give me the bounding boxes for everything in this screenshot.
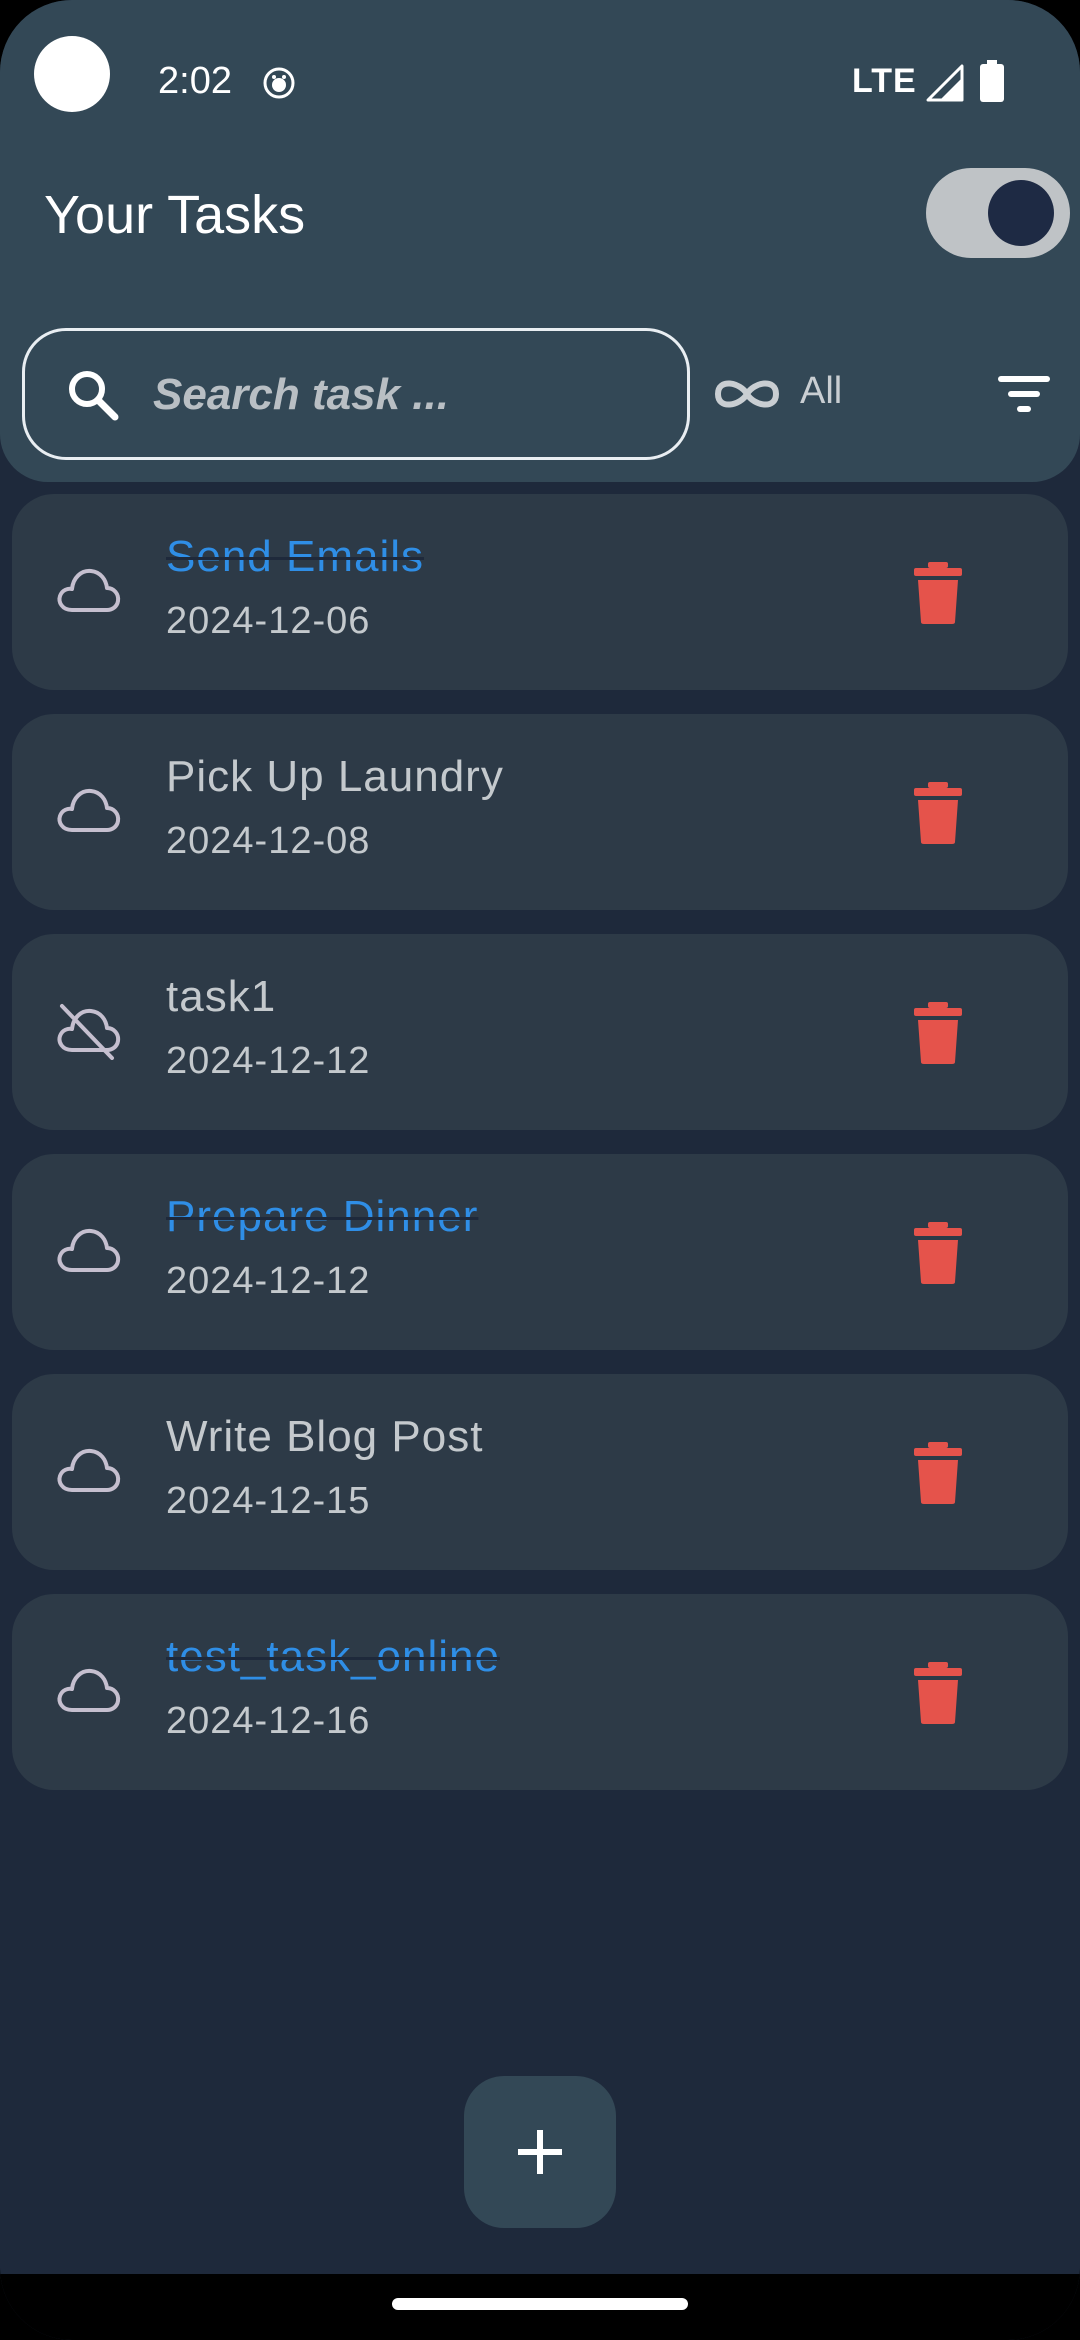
cloud-icon <box>57 1668 121 1712</box>
task-title: Write Blog Post <box>166 1412 484 1461</box>
cloud-icon <box>57 1228 121 1272</box>
cloud-icon <box>57 788 121 832</box>
infinity-icon <box>714 380 780 408</box>
status-bar: 2:02 LTE <box>0 0 1080 166</box>
screen: 2:02 LTE Your Tasks Search task ... All … <box>0 0 1080 2340</box>
trash-icon[interactable] <box>908 1220 968 1286</box>
cloud-icon <box>57 568 121 612</box>
search-input[interactable] <box>153 357 653 433</box>
task-card[interactable]: Write Blog Post 2024-12-15 <box>12 1374 1068 1570</box>
task-title: Prepare Dinner <box>166 1192 479 1241</box>
task-title: task1 <box>166 972 277 1021</box>
task-date: 2024-12-06 <box>166 600 371 642</box>
theme-toggle[interactable] <box>926 168 1070 258</box>
trash-icon[interactable] <box>908 560 968 626</box>
network-type: LTE <box>852 62 917 100</box>
task-date: 2024-12-12 <box>166 1260 371 1302</box>
sort-filter-icon[interactable] <box>994 366 1054 422</box>
task-card[interactable]: Pick Up Laundry 2024-12-08 <box>12 714 1068 910</box>
task-card[interactable]: test_task_online 2024-12-16 <box>12 1594 1068 1790</box>
signal-icon <box>926 64 964 102</box>
plus-icon <box>518 2130 562 2174</box>
task-title: test_task_online <box>166 1632 500 1681</box>
home-indicator[interactable] <box>392 2298 688 2310</box>
status-time: 2:02 <box>158 60 232 102</box>
header: 2:02 LTE Your Tasks Search task ... All <box>0 0 1080 482</box>
task-card[interactable]: task1 2024-12-12 <box>12 934 1068 1130</box>
add-task-button[interactable] <box>464 2076 616 2228</box>
task-title: Pick Up Laundry <box>166 752 504 801</box>
system-nav-bar <box>0 2274 1080 2340</box>
cloud-icon <box>57 1448 121 1492</box>
page-title: Your Tasks <box>44 185 306 245</box>
cloud-off-icon <box>57 1004 121 1060</box>
task-date: 2024-12-12 <box>166 1040 371 1082</box>
task-date: 2024-12-15 <box>166 1480 371 1522</box>
filter-button[interactable]: All <box>706 364 866 424</box>
filter-label: All <box>800 370 843 412</box>
battery-icon <box>980 60 1004 102</box>
task-title: Send Emails <box>166 532 425 581</box>
toggle-knob <box>988 180 1054 246</box>
trash-icon[interactable] <box>908 1000 968 1066</box>
task-date: 2024-12-08 <box>166 820 371 862</box>
notification-icon <box>263 67 295 99</box>
search-box[interactable] <box>22 328 690 460</box>
task-card[interactable]: Prepare Dinner 2024-12-12 <box>12 1154 1068 1350</box>
search-icon <box>69 371 119 421</box>
trash-icon[interactable] <box>908 1660 968 1726</box>
camera-cutout <box>34 36 110 112</box>
trash-icon[interactable] <box>908 780 968 846</box>
trash-icon[interactable] <box>908 1440 968 1506</box>
task-date: 2024-12-16 <box>166 1700 371 1742</box>
task-card[interactable]: Send Emails 2024-12-06 <box>12 494 1068 690</box>
